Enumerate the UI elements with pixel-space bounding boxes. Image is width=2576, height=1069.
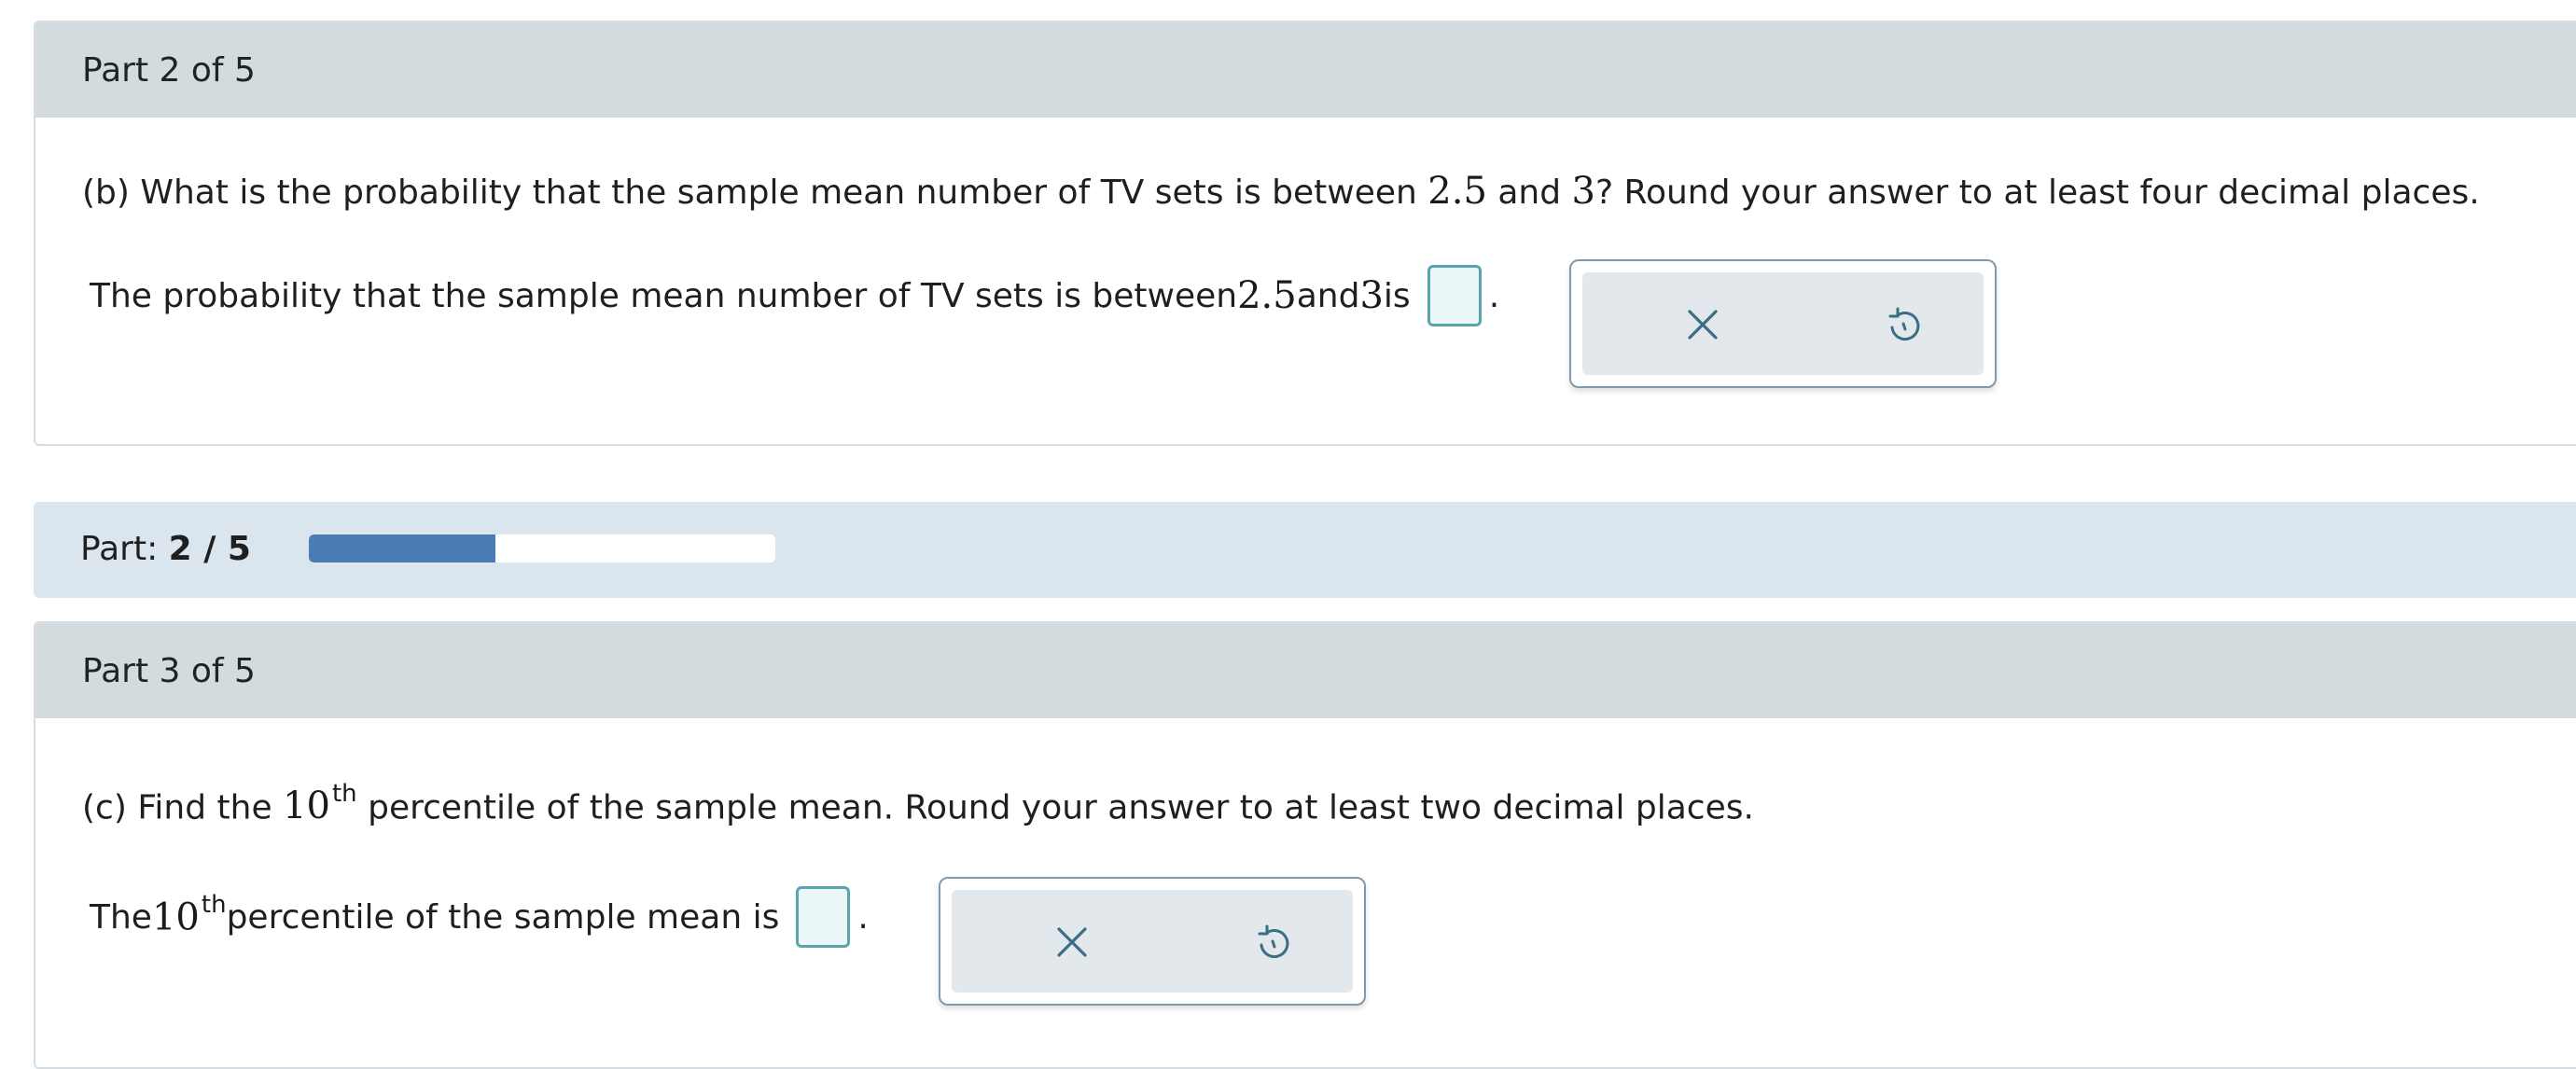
math-value: 10th [151, 891, 227, 939]
undo-icon [1888, 307, 1920, 341]
clear-button[interactable] [1039, 909, 1105, 976]
close-icon [1057, 927, 1087, 957]
part-3-answer-tools [939, 877, 1366, 1006]
tool-panel-inner [952, 890, 1353, 993]
part-3-answer-line: The 10th percentile of the sample mean i… [90, 886, 869, 948]
answer-text: is [1383, 276, 1411, 315]
math-value: 10th [283, 780, 357, 828]
part-3-title: Part 3 of 5 [82, 651, 256, 690]
answer-period: . [1488, 276, 1500, 315]
progress-fill [309, 534, 495, 562]
answer-period: . [857, 897, 869, 937]
part-2-answer-line: The probability that the sample mean num… [90, 265, 1499, 326]
math-value: 2.5 [1237, 274, 1297, 317]
tool-panel-inner [1582, 272, 1984, 375]
question-text: (c) Find the [82, 788, 284, 827]
part-2-question: (b) What is the probability that the sam… [82, 170, 2480, 213]
question-text: and [1486, 174, 1572, 212]
progress-track [309, 534, 775, 562]
math-superscript: th [201, 891, 227, 920]
percentile-answer-input[interactable] [796, 886, 851, 948]
close-icon [1688, 310, 1718, 340]
math-value: 2.5 [1427, 170, 1487, 213]
math-superscript: th [331, 780, 357, 808]
part-2-section: Part 2 of 5 (b) What is the probability … [34, 21, 2576, 446]
undo-icon [1258, 924, 1289, 959]
answer-text: The [90, 897, 152, 937]
clear-button[interactable] [1670, 291, 1735, 358]
math-value: 3 [1571, 170, 1595, 213]
part-2-header: Part 2 of 5 [35, 22, 2576, 118]
part-2-title: Part 2 of 5 [82, 50, 256, 90]
math-number: 10 [283, 784, 330, 828]
progress-label-text: Part: [80, 530, 159, 568]
part-progress-bar: Part: 2 / 5 [34, 502, 2576, 598]
math-value: 3 [1359, 274, 1384, 317]
question-text: ? Round your answer to at least four dec… [1595, 174, 2480, 212]
part-3-header: Part 3 of 5 [35, 623, 2576, 718]
part-3-section: Part 3 of 5 (c) Find the 10th percentile… [34, 621, 2576, 1069]
question-text: (b) What is the probability that the sam… [82, 174, 1428, 212]
math-number: 10 [151, 895, 200, 939]
progress-value: 2 / 5 [168, 530, 251, 568]
undo-button[interactable] [1241, 909, 1306, 976]
answer-text: The probability that the sample mean num… [90, 276, 1238, 315]
progress-label: Part: 2 / 5 [80, 530, 251, 568]
answer-text: and [1296, 276, 1360, 315]
undo-button[interactable] [1872, 291, 1937, 358]
answer-text: percentile of the sample mean is [226, 897, 780, 937]
part-2-answer-tools [1569, 259, 1997, 388]
question-text: percentile of the sample mean. Round you… [356, 788, 1754, 827]
part-3-question: (c) Find the 10th percentile of the samp… [82, 780, 1754, 828]
probability-answer-input[interactable] [1427, 265, 1482, 326]
